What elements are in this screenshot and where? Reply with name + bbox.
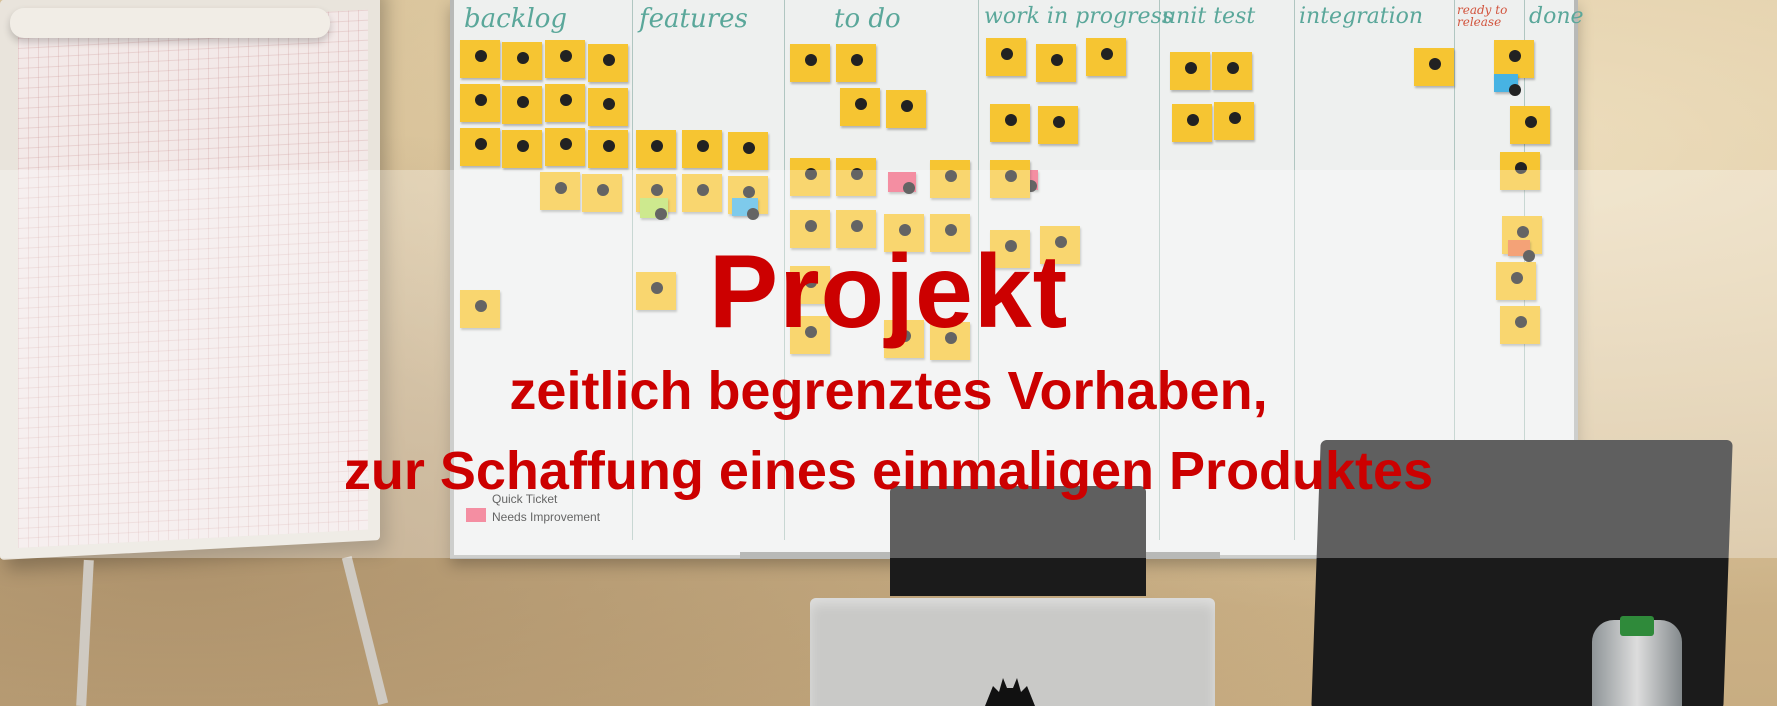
column-heading: work in progress xyxy=(984,4,1174,29)
sticky-note xyxy=(636,130,676,168)
batman-logo-icon xyxy=(985,678,1035,706)
sticky-note xyxy=(886,90,926,128)
column-heading: integration xyxy=(1299,4,1424,29)
sticky-note xyxy=(588,130,628,168)
flipchart-roll xyxy=(10,8,330,38)
hero-subtitle-line-2: zur Schaffung eines einmaligen Produktes xyxy=(343,441,1434,501)
sticky-note xyxy=(460,128,500,166)
column-heading: done xyxy=(1529,4,1584,29)
sticky-note xyxy=(1510,106,1550,144)
sticky-note xyxy=(790,44,830,82)
sticky-note xyxy=(1170,52,1210,90)
sticky-note xyxy=(682,130,722,168)
photo-scene: backlog features to do work in progress … xyxy=(0,0,1777,706)
sticky-note xyxy=(728,132,768,170)
sticky-note xyxy=(1038,106,1078,144)
sticky-note xyxy=(990,104,1030,142)
column-heading: to do xyxy=(834,4,901,34)
column-heading: features xyxy=(639,4,748,34)
column-heading: backlog xyxy=(464,4,568,34)
sticky-note xyxy=(545,40,585,78)
sticky-note xyxy=(1214,102,1254,140)
sticky-note xyxy=(502,130,542,168)
sticky-note xyxy=(986,38,1026,76)
sticky-note xyxy=(1494,74,1521,96)
hero-subtitle-line-1: zeitlich begrenztes Vorhaben, xyxy=(509,361,1268,421)
sticky-note xyxy=(460,40,500,78)
sticky-note xyxy=(502,42,542,80)
column-heading: unit test xyxy=(1162,4,1256,29)
sticky-note xyxy=(1172,104,1212,142)
sticky-note xyxy=(1212,52,1252,90)
sticky-note xyxy=(588,44,628,82)
sticky-note xyxy=(1414,48,1454,86)
column-heading: ready to release xyxy=(1457,3,1508,29)
sticky-note xyxy=(1494,40,1534,78)
sticky-note xyxy=(840,88,880,126)
sticky-note xyxy=(545,84,585,122)
hero-title: Projekt xyxy=(708,234,1069,350)
sticky-note xyxy=(1036,44,1076,82)
sticky-note xyxy=(502,86,542,124)
bottle-cap xyxy=(1620,616,1654,636)
sticky-note xyxy=(460,84,500,122)
sticky-note xyxy=(836,44,876,82)
sticky-note xyxy=(1086,38,1126,76)
sticky-note xyxy=(588,88,628,126)
sticky-note xyxy=(545,128,585,166)
